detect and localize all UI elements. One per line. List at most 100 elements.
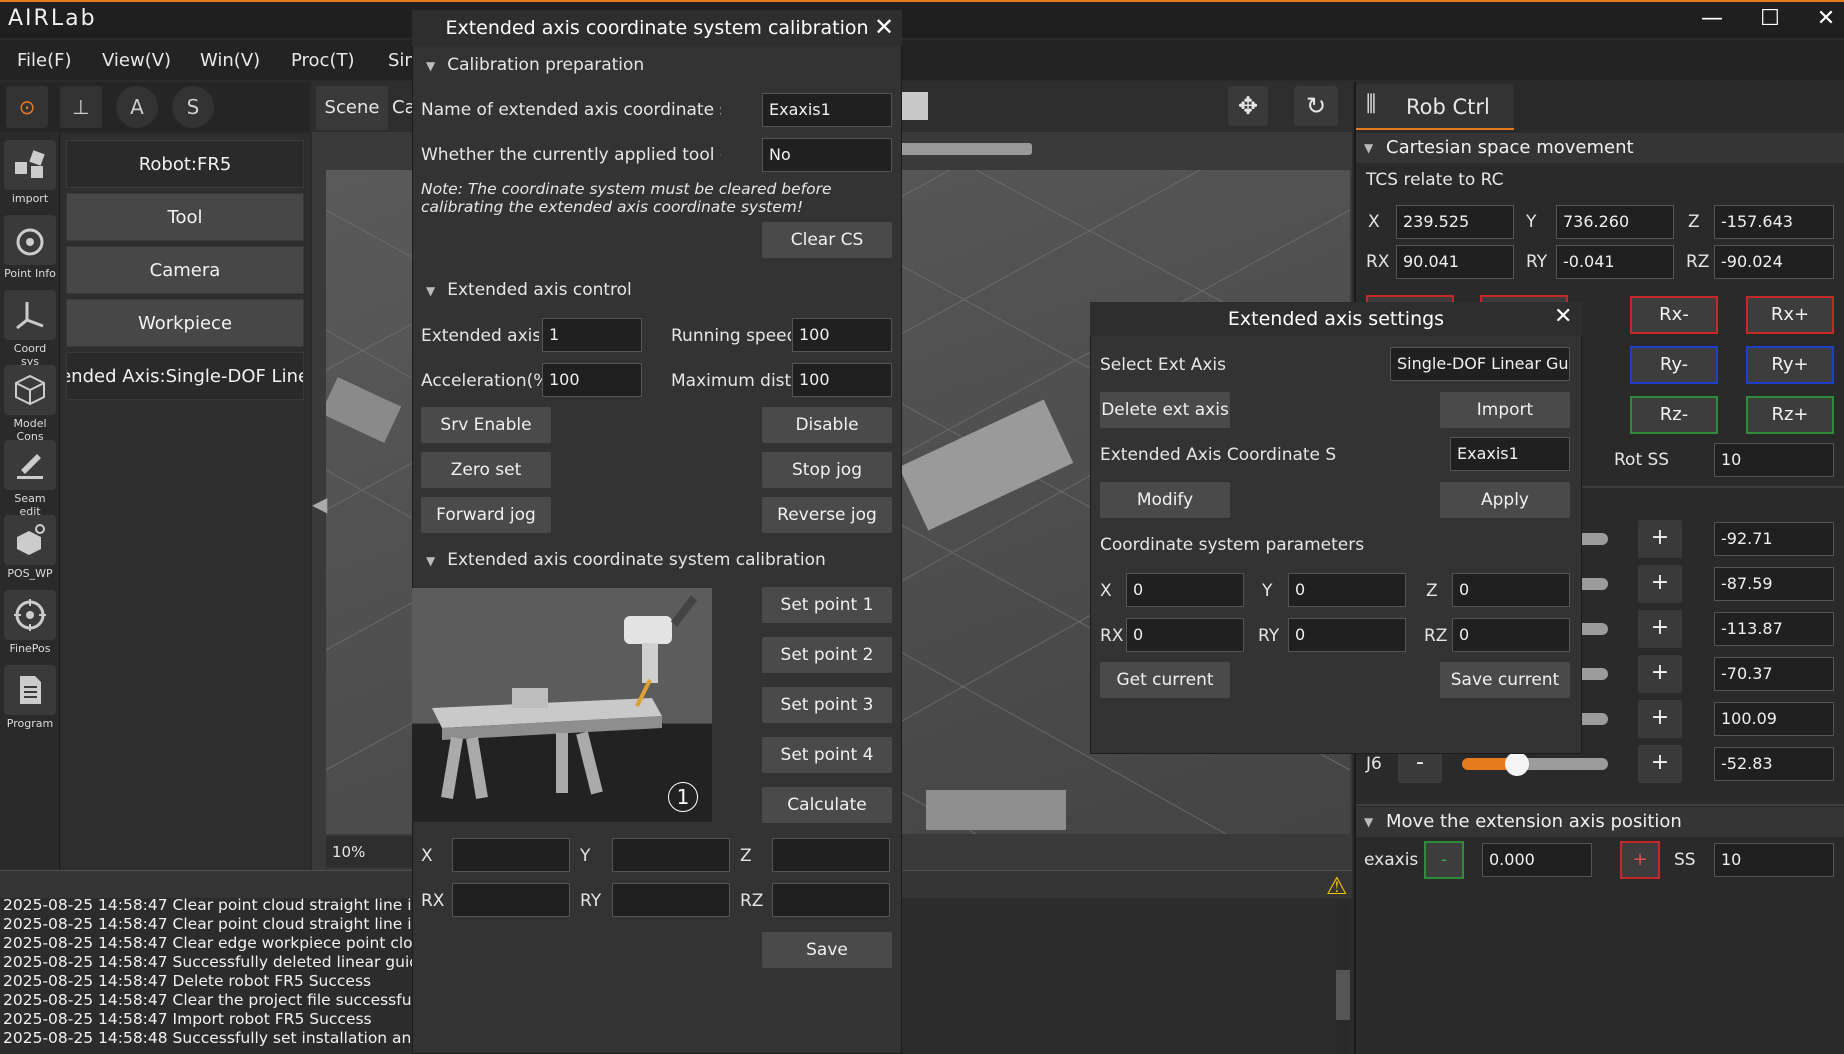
zoom-level[interactable]: 10% xyxy=(326,836,416,868)
rx-field[interactable]: 90.041 xyxy=(1396,245,1514,279)
menu-file[interactable]: File(F) xyxy=(17,50,72,71)
cartesian-section-header[interactable]: Cartesian space movement xyxy=(1356,133,1844,163)
j4-field[interactable]: -70.37 xyxy=(1714,657,1834,691)
j1-plus-button[interactable]: + xyxy=(1638,520,1682,558)
tool-coord-field[interactable]: No xyxy=(762,138,892,172)
maxdist-field[interactable]: 100 xyxy=(792,363,892,397)
tree-tool[interactable]: Tool xyxy=(66,193,304,241)
log-scrollbar[interactable] xyxy=(1336,900,1350,1054)
program-button[interactable]: Program xyxy=(4,665,56,730)
ry-field[interactable]: -0.041 xyxy=(1556,245,1674,279)
close-window-button[interactable]: ✕ xyxy=(1804,4,1844,34)
import-ext-axis-button[interactable]: Import xyxy=(1440,392,1570,428)
calib-z-field[interactable] xyxy=(772,838,890,872)
ry-plus-button[interactable]: Ry+ xyxy=(1746,346,1834,384)
ext-axis-section-header[interactable]: Move the extension axis position xyxy=(1356,807,1844,837)
rx-plus-button[interactable]: Rx+ xyxy=(1746,296,1834,334)
tree-robot[interactable]: Robot:FR5 xyxy=(66,140,304,188)
accel-field[interactable]: 100 xyxy=(542,363,642,397)
close-icon[interactable]: ✕ xyxy=(874,13,894,41)
ext-rz-field[interactable]: 0 xyxy=(1452,618,1570,652)
ext-rx-field[interactable]: 0 xyxy=(1126,618,1244,652)
target-tab-icon[interactable]: ⊙ xyxy=(6,86,48,128)
tree-extended-axis[interactable]: Extended Axis:Single-DOF Linear C xyxy=(66,352,304,400)
rz-minus-button[interactable]: Rz- xyxy=(1630,396,1718,434)
s-tab-icon[interactable]: S xyxy=(172,86,214,128)
calib-save-button[interactable]: Save xyxy=(762,932,892,968)
axis-number-field[interactable]: 1 xyxy=(542,318,642,352)
ss-field[interactable]: 10 xyxy=(1714,843,1834,877)
maximize-button[interactable]: ☐ xyxy=(1748,4,1792,34)
j6-field[interactable]: -52.83 xyxy=(1714,747,1834,781)
pos-wp-button[interactable]: POS_WP xyxy=(4,515,56,580)
apply-button[interactable]: Apply xyxy=(1440,482,1570,518)
rot-ss-field[interactable]: 10 xyxy=(1714,443,1834,477)
j4-plus-button[interactable]: + xyxy=(1638,655,1682,693)
model-cons-button[interactable]: Model Cons xyxy=(4,365,56,443)
ext-y-field[interactable]: 0 xyxy=(1288,573,1406,607)
select-ext-axis-dropdown[interactable]: Single-DOF Linear Gu xyxy=(1390,347,1570,381)
collapse-panel-icon[interactable]: ◀ xyxy=(312,492,327,516)
forward-jog-button[interactable]: Forward jog xyxy=(421,497,551,533)
rx-minus-button[interactable]: Rx- xyxy=(1630,296,1718,334)
set-point-4-button[interactable]: Set point 4 xyxy=(762,737,892,773)
tab-rob-ctrl[interactable]: ⫼ Rob Ctrl xyxy=(1356,84,1514,130)
j6-slider[interactable] xyxy=(1462,758,1608,770)
warning-icon[interactable]: ⚠ xyxy=(1326,872,1348,900)
modify-button[interactable]: Modify xyxy=(1100,482,1230,518)
cs-calibration-header[interactable]: Extended axis coordinate system calibrat… xyxy=(426,550,826,570)
import-button[interactable]: import xyxy=(4,140,56,205)
tree-workpiece[interactable]: Workpiece xyxy=(66,299,304,347)
j2-field[interactable]: -87.59 xyxy=(1714,567,1834,601)
point-info-button[interactable]: Point Info xyxy=(4,215,56,280)
tab-scene[interactable]: Scene xyxy=(316,86,388,130)
set-point-2-button[interactable]: Set point 2 xyxy=(762,637,892,673)
calculate-button[interactable]: Calculate xyxy=(762,787,892,823)
ext-z-field[interactable]: 0 xyxy=(1452,573,1570,607)
menu-view[interactable]: View(V) xyxy=(102,50,171,71)
view-toggle-box[interactable] xyxy=(900,92,928,120)
j6-plus-button[interactable]: + xyxy=(1638,745,1682,783)
j2-plus-button[interactable]: + xyxy=(1638,565,1682,603)
x-field[interactable]: 239.525 xyxy=(1396,205,1514,239)
menu-win[interactable]: Win(V) xyxy=(200,50,260,71)
menu-proc[interactable]: Proc(T) xyxy=(291,50,355,71)
axis-tab-icon[interactable]: ⊥ xyxy=(60,86,102,128)
close-icon[interactable]: ✕ xyxy=(1554,304,1572,329)
speed-field[interactable]: 100 xyxy=(792,318,892,352)
calibration-prep-header[interactable]: Calibration preparation xyxy=(426,55,644,75)
save-current-button[interactable]: Save current xyxy=(1440,662,1570,698)
move-icon[interactable]: ✥ xyxy=(1228,86,1268,126)
calib-ry-field[interactable] xyxy=(612,883,730,917)
ry-minus-button[interactable]: Ry- xyxy=(1630,346,1718,384)
exaxis-minus-button[interactable]: - xyxy=(1424,841,1464,879)
a-tab-icon[interactable]: A xyxy=(116,86,158,128)
disable-button[interactable]: Disable xyxy=(762,407,892,443)
j6-slider-handle[interactable] xyxy=(1505,752,1529,776)
ext-x-field[interactable]: 0 xyxy=(1126,573,1244,607)
rz-plus-button[interactable]: Rz+ xyxy=(1746,396,1834,434)
j3-plus-button[interactable]: + xyxy=(1638,610,1682,648)
delete-ext-axis-button[interactable]: Delete ext axis xyxy=(1100,392,1230,428)
zero-set-button[interactable]: Zero set xyxy=(421,452,551,488)
rz-field[interactable]: -90.024 xyxy=(1714,245,1834,279)
z-field[interactable]: -157.643 xyxy=(1714,205,1834,239)
j5-field[interactable]: 100.09 xyxy=(1714,702,1834,736)
exaxis-plus-button[interactable]: + xyxy=(1620,841,1660,879)
get-current-button[interactable]: Get current xyxy=(1100,662,1230,698)
finepos-button[interactable]: FinePos xyxy=(4,590,56,655)
seam-edit-button[interactable]: Seam edit xyxy=(4,440,56,518)
j3-field[interactable]: -113.87 xyxy=(1714,612,1834,646)
j1-field[interactable]: -92.71 xyxy=(1714,522,1834,556)
srv-enable-button[interactable]: Srv Enable xyxy=(421,407,551,443)
calib-rx-field[interactable] xyxy=(452,883,570,917)
set-point-1-button[interactable]: Set point 1 xyxy=(762,587,892,623)
clear-cs-button[interactable]: Clear CS xyxy=(762,222,892,258)
tree-camera[interactable]: Camera xyxy=(66,246,304,294)
set-point-3-button[interactable]: Set point 3 xyxy=(762,687,892,723)
j5-plus-button[interactable]: + xyxy=(1638,700,1682,738)
cs-name-field[interactable]: Exaxis1 xyxy=(762,93,892,127)
ext-coord-field[interactable]: Exaxis1 xyxy=(1450,437,1570,471)
ext-axis-control-header[interactable]: Extended axis control xyxy=(426,280,632,300)
rotate-view-icon[interactable]: ↻ xyxy=(1294,86,1338,126)
